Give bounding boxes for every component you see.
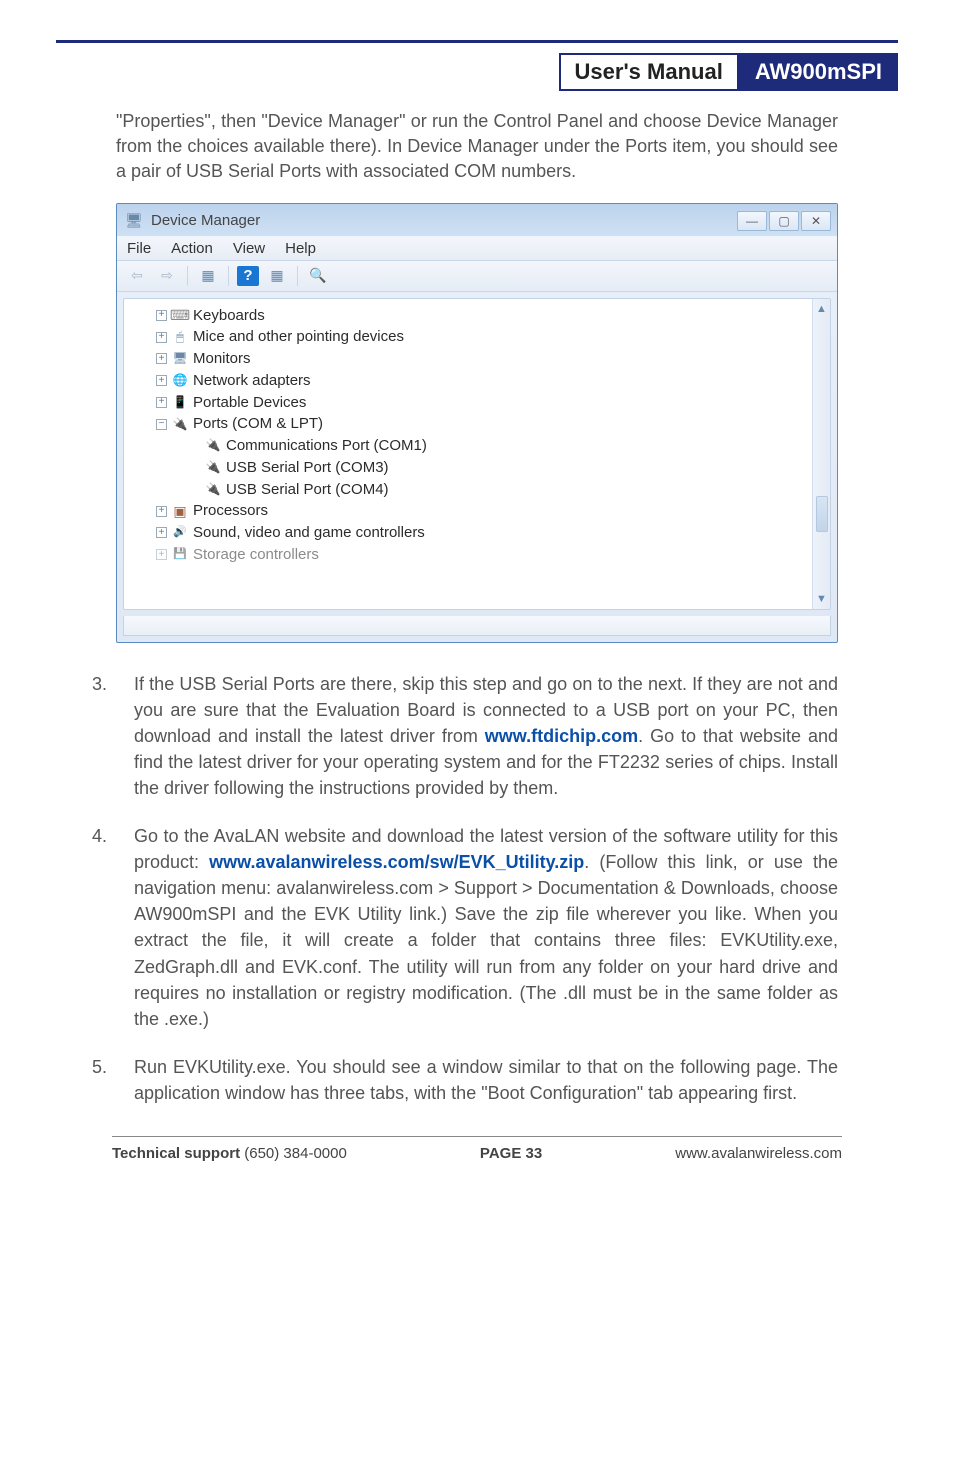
tree-label: Monitors (193, 348, 251, 370)
tree-label: Network adapters (193, 370, 311, 392)
step-4: Go to the AvaLAN website and download th… (92, 823, 838, 1032)
expand-icon[interactable]: + (156, 549, 167, 560)
tree-item-sound[interactable]: + Sound, video and game controllers (132, 522, 808, 544)
footer-divider (112, 1136, 842, 1137)
expand-icon[interactable]: + (156, 527, 167, 538)
tree-item-com1[interactable]: Communications Port (COM1) (132, 435, 808, 457)
storage-icon (171, 547, 189, 563)
tree-item-storage[interactable]: + Storage controllers (132, 544, 808, 566)
expand-icon[interactable]: + (156, 397, 167, 408)
step-5: Run EVKUtility.exe. You should see a win… (92, 1054, 838, 1106)
mouse-icon (171, 329, 189, 345)
port-icon (204, 481, 222, 497)
port-icon (171, 416, 189, 432)
view-icon[interactable]: ▦ (265, 265, 289, 287)
tree-label: Ports (COM & LPT) (193, 413, 323, 435)
maximize-button[interactable]: ▢ (769, 211, 799, 231)
scroll-thumb[interactable] (816, 496, 828, 532)
scroll-up-icon[interactable]: ▲ (816, 303, 827, 315)
tree-label: Sound, video and game controllers (193, 522, 425, 544)
tree-item-com3[interactable]: USB Serial Port (COM3) (132, 457, 808, 479)
menu-action[interactable]: Action (171, 240, 213, 257)
device-tree: + Keyboards + Mice and other pointing de… (124, 299, 812, 609)
status-bar (123, 616, 831, 636)
header-top-rule (56, 40, 898, 43)
header-title-right: AW900mSPI (739, 53, 898, 91)
footer-url: www.avalanwireless.com (675, 1145, 842, 1162)
expand-icon[interactable]: + (156, 332, 167, 343)
footer-left: Technical support (650) 384-0000 (112, 1145, 347, 1162)
tree-label: Storage controllers (193, 544, 319, 566)
port-icon (204, 460, 222, 476)
tree-item-mice[interactable]: + Mice and other pointing devices (132, 326, 808, 348)
monitor-icon (171, 351, 189, 367)
keyboard-icon (171, 307, 189, 323)
window-titlebar: 🖥 Device Manager — ▢ ✕ (117, 204, 837, 236)
page-number: PAGE 33 (480, 1145, 542, 1162)
tree-label: Keyboards (193, 305, 265, 327)
tree-label: USB Serial Port (COM3) (226, 457, 389, 479)
page-footer: Technical support (650) 384-0000 PAGE 33… (56, 1145, 898, 1162)
expand-icon[interactable]: + (156, 375, 167, 386)
forward-icon[interactable]: ⇨ (155, 265, 179, 287)
toolbar-separator (228, 266, 229, 286)
step4-text-b: . (Follow this link, or use the navigati… (134, 852, 838, 1029)
scroll-down-icon[interactable]: ▼ (816, 593, 827, 605)
tree-label: USB Serial Port (COM4) (226, 479, 389, 501)
menubar: File Action View Help (117, 236, 837, 261)
cpu-icon (171, 503, 189, 519)
header-title-left: User's Manual (559, 53, 739, 91)
tree-pane: + Keyboards + Mice and other pointing de… (123, 298, 831, 610)
minimize-button[interactable]: — (737, 211, 767, 231)
app-icon: 🖥 (125, 213, 143, 229)
tree-item-monitors[interactable]: + Monitors (132, 348, 808, 370)
step-3: If the USB Serial Ports are there, skip … (92, 671, 838, 801)
toolbar-separator (187, 266, 188, 286)
tree-label: Processors (193, 500, 268, 522)
menu-file[interactable]: File (127, 240, 151, 257)
vertical-scrollbar[interactable]: ▲ ▼ (812, 299, 830, 609)
portable-icon (171, 394, 189, 410)
tree-label: Mice and other pointing devices (193, 326, 404, 348)
close-button[interactable]: ✕ (801, 211, 831, 231)
window-title: Device Manager (151, 212, 260, 229)
step5-text: Run EVKUtility.exe. You should see a win… (134, 1057, 838, 1103)
tree-item-ports[interactable]: − Ports (COM & LPT) (132, 413, 808, 435)
expand-icon[interactable]: + (156, 310, 167, 321)
expand-icon[interactable]: + (156, 353, 167, 364)
tree-item-keyboards[interactable]: + Keyboards (132, 305, 808, 327)
sound-icon (171, 525, 189, 541)
tree-item-com4[interactable]: USB Serial Port (COM4) (132, 479, 808, 501)
back-icon[interactable]: ⇦ (125, 265, 149, 287)
toolbar-separator (297, 266, 298, 286)
toolbar: ⇦ ⇨ ▦ ? ▦ 🔍 (117, 261, 837, 292)
tree-item-processors[interactable]: + Processors (132, 500, 808, 522)
help-icon[interactable]: ? (237, 266, 259, 286)
tree-label: Portable Devices (193, 392, 306, 414)
properties-icon[interactable]: ▦ (196, 265, 220, 287)
device-manager-window: 🖥 Device Manager — ▢ ✕ File Action View … (116, 203, 838, 643)
scan-hardware-icon[interactable]: 🔍 (306, 265, 330, 287)
tree-item-portable[interactable]: + Portable Devices (132, 392, 808, 414)
port-icon (204, 438, 222, 454)
tree-label: Communications Port (COM1) (226, 435, 427, 457)
collapse-icon[interactable]: − (156, 419, 167, 430)
evk-utility-link[interactable]: www.avalanwireless.com/sw/EVK_Utility.zi… (209, 852, 584, 872)
expand-icon[interactable]: + (156, 506, 167, 517)
instruction-list: If the USB Serial Ports are there, skip … (92, 671, 838, 1106)
network-icon (171, 373, 189, 389)
tech-support-label: Technical support (112, 1145, 240, 1162)
menu-view[interactable]: View (233, 240, 265, 257)
ftdichip-link[interactable]: www.ftdichip.com (485, 726, 638, 746)
window-controls: — ▢ ✕ (735, 211, 831, 231)
intro-paragraph: "Properties", then "Device Manager" or r… (116, 109, 838, 185)
menu-help[interactable]: Help (285, 240, 316, 257)
tech-support-phone: (650) 384-0000 (240, 1145, 347, 1162)
tree-item-network[interactable]: + Network adapters (132, 370, 808, 392)
doc-header: User's Manual AW900mSPI (56, 53, 898, 91)
